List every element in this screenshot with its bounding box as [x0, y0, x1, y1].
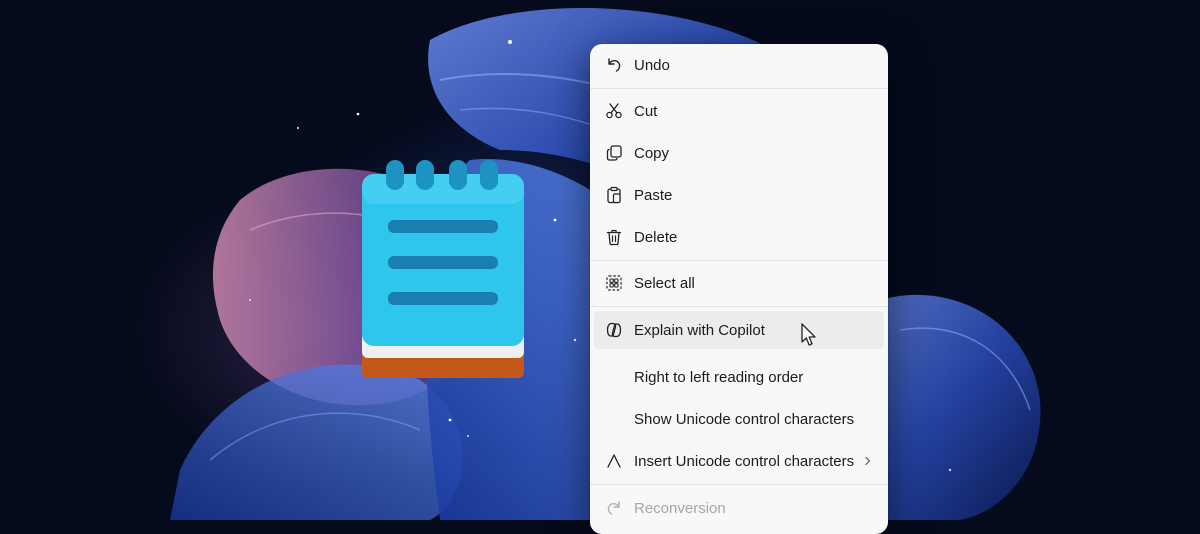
menu-item-label: Undo — [634, 56, 670, 74]
menu-separator — [590, 484, 888, 485]
menu-item-select-all[interactable]: Select all — [594, 264, 884, 302]
menu-item-reconversion[interactable]: Reconversion — [594, 489, 884, 527]
menu-item-label: Insert Unicode control characters — [634, 452, 855, 470]
trash-icon — [604, 227, 624, 247]
scissors-icon — [604, 101, 624, 121]
mouse-pointer-icon — [801, 323, 816, 346]
menu-item-label: Paste — [634, 186, 673, 204]
menu-item-label: Select all — [634, 274, 695, 292]
menu-item-label: Reconversion — [634, 499, 726, 517]
menu-separator — [590, 306, 888, 307]
menu-separator — [590, 260, 888, 261]
redo-icon — [604, 498, 624, 518]
paste-icon — [604, 185, 624, 205]
caret-up-icon — [604, 451, 624, 471]
menu-item-label: Right to left reading order — [634, 368, 804, 386]
menu-item-insert-unicode-control-characters[interactable]: Insert Unicode control characters — [594, 442, 884, 480]
menu-item-label: Copy — [634, 144, 670, 162]
menu-item-delete[interactable]: Delete — [594, 218, 884, 256]
menu-item-label: Explain with Copilot — [634, 321, 765, 339]
menu-item-copy[interactable]: Copy — [594, 134, 884, 172]
copy-icon — [604, 143, 624, 163]
undo-icon — [604, 55, 624, 75]
menu-item-right-to-left-reading-order[interactable]: Right to left reading order — [594, 358, 884, 396]
menu-item-show-unicode-control-characters[interactable]: Show Unicode control characters — [594, 400, 884, 438]
menu-separator — [590, 88, 888, 89]
copilot-icon — [604, 320, 624, 340]
menu-item-label: Cut — [634, 102, 658, 120]
menu-item-label: Show Unicode control characters — [634, 410, 855, 428]
context-menu: Undo Cut Copy Paste Delete Select all Ex… — [590, 44, 888, 534]
menu-item-paste[interactable]: Paste — [594, 176, 884, 214]
notepad-icon — [362, 160, 524, 378]
menu-item-explain-with-copilot[interactable]: Explain with Copilot — [594, 311, 884, 349]
select-all-icon — [604, 273, 624, 293]
menu-item-cut[interactable]: Cut — [594, 92, 884, 130]
menu-item-undo[interactable]: Undo — [594, 46, 884, 84]
menu-item-label: Delete — [634, 228, 678, 246]
chevron-right-icon — [862, 455, 874, 467]
